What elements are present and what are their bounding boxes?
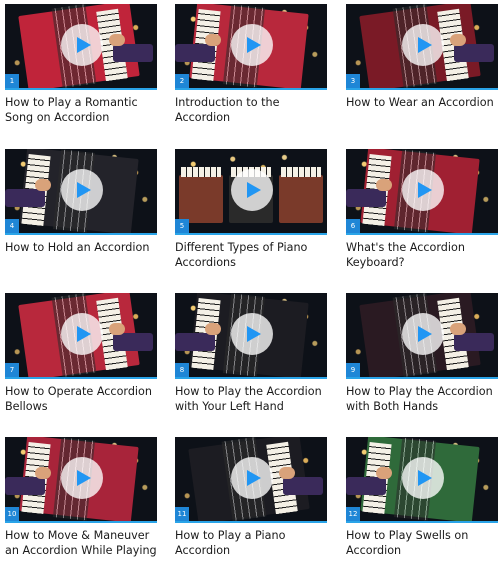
video-title[interactable]: How to Operate Accordion Bellows	[5, 385, 157, 414]
video-title[interactable]: How to Play a Piano Accordion	[175, 529, 327, 558]
hand-image	[279, 467, 295, 479]
video-card[interactable]: 7 How to Operate Accordion Bellows	[5, 293, 157, 414]
video-card[interactable]: 10 How to Move & Maneuver an Accordion Wh…	[5, 437, 157, 558]
video-card[interactable]: 11 How to Play a Piano Accordion	[175, 437, 327, 558]
accordion-image	[279, 175, 323, 223]
video-card[interactable]: 3 How to Wear an Accordion	[346, 4, 498, 111]
play-icon	[247, 326, 261, 342]
video-thumbnail[interactable]: 6	[346, 149, 498, 235]
play-icon	[77, 182, 91, 198]
video-title[interactable]: What's the Accordion Keyboard?	[346, 241, 498, 270]
hand-image	[450, 34, 466, 46]
video-thumbnail[interactable]: 9	[346, 293, 498, 379]
video-number-badge: 8	[175, 363, 189, 377]
play-button[interactable]	[231, 457, 273, 499]
video-number-badge: 10	[5, 507, 19, 521]
play-icon	[418, 182, 432, 198]
play-icon	[247, 37, 261, 53]
video-card[interactable]: 5 Different Types of Piano Accordions	[175, 149, 327, 270]
video-thumbnail[interactable]: 2	[175, 4, 327, 90]
play-button[interactable]	[61, 457, 103, 499]
video-grid: 1 How to Play a Romantic Song on Accordio…	[0, 0, 500, 576]
hand-image	[205, 323, 221, 335]
accordion-image	[179, 175, 223, 223]
play-button[interactable]	[402, 313, 444, 355]
video-card[interactable]: 12 How to Play Swells on Accordion	[346, 437, 498, 558]
keyboard-image	[281, 167, 321, 177]
video-title[interactable]: Introduction to the Accordion	[175, 96, 327, 125]
video-thumbnail[interactable]: 8	[175, 293, 327, 379]
hand-image	[109, 34, 125, 46]
hand-image	[109, 323, 125, 335]
play-button[interactable]	[61, 169, 103, 211]
play-icon	[77, 326, 91, 342]
video-title[interactable]: How to Wear an Accordion	[346, 96, 498, 111]
video-title[interactable]: How to Play a Romantic Song on Accordion	[5, 96, 157, 125]
play-icon	[418, 326, 432, 342]
video-card[interactable]: 8 How to Play the Accordion with Your Lef…	[175, 293, 327, 414]
arm-image	[175, 333, 215, 351]
video-card[interactable]: 4 How to Hold an Accordion	[5, 149, 157, 256]
video-number-badge: 11	[175, 507, 189, 521]
play-button[interactable]	[61, 24, 103, 66]
video-thumbnail[interactable]: 4	[5, 149, 157, 235]
play-button[interactable]	[61, 313, 103, 355]
video-title[interactable]: How to Hold an Accordion	[5, 241, 157, 256]
play-icon	[77, 470, 91, 486]
video-card[interactable]: 9 How to Play the Accordion with Both Han…	[346, 293, 498, 414]
video-number-badge: 3	[346, 74, 360, 88]
video-title[interactable]: Different Types of Piano Accordions	[175, 241, 327, 270]
play-button[interactable]	[402, 169, 444, 211]
play-icon	[77, 37, 91, 53]
video-card[interactable]: 1 How to Play a Romantic Song on Accordio…	[5, 4, 157, 125]
hand-image	[35, 467, 51, 479]
play-icon	[418, 37, 432, 53]
play-button[interactable]	[402, 24, 444, 66]
video-number-badge: 7	[5, 363, 19, 377]
play-button[interactable]	[402, 457, 444, 499]
hand-image	[450, 323, 466, 335]
video-thumbnail[interactable]: 7	[5, 293, 157, 379]
video-thumbnail[interactable]: 5	[175, 149, 327, 235]
video-number-badge: 6	[346, 219, 360, 233]
play-icon	[247, 182, 261, 198]
hand-image	[35, 179, 51, 191]
play-button[interactable]	[231, 169, 273, 211]
video-number-badge: 1	[5, 74, 19, 88]
play-icon	[247, 470, 261, 486]
arm-image	[113, 44, 153, 62]
hand-image	[205, 34, 221, 46]
arm-image	[5, 189, 45, 207]
arm-image	[283, 477, 323, 495]
arm-image	[454, 44, 494, 62]
video-title[interactable]: How to Move & Maneuver an Accordion Whil…	[5, 529, 157, 558]
play-button[interactable]	[231, 24, 273, 66]
video-card[interactable]: 6 What's the Accordion Keyboard?	[346, 149, 498, 270]
video-thumbnail[interactable]: 10	[5, 437, 157, 523]
video-title[interactable]: How to Play Swells on Accordion	[346, 529, 498, 558]
keyboard-image	[181, 167, 221, 177]
video-number-badge: 2	[175, 74, 189, 88]
video-title[interactable]: How to Play the Accordion with Your Left…	[175, 385, 327, 414]
play-icon	[418, 470, 432, 486]
hand-image	[376, 179, 392, 191]
video-thumbnail[interactable]: 12	[346, 437, 498, 523]
video-thumbnail[interactable]: 11	[175, 437, 327, 523]
video-number-badge: 4	[5, 219, 19, 233]
arm-image	[5, 477, 45, 495]
arm-image	[346, 477, 386, 495]
arm-image	[113, 333, 153, 351]
arm-image	[346, 189, 386, 207]
video-thumbnail[interactable]: 1	[5, 4, 157, 90]
video-thumbnail[interactable]: 3	[346, 4, 498, 90]
arm-image	[454, 333, 494, 351]
video-number-badge: 12	[346, 507, 360, 521]
video-number-badge: 9	[346, 363, 360, 377]
video-title[interactable]: How to Play the Accordion with Both Hand…	[346, 385, 498, 414]
arm-image	[175, 44, 215, 62]
play-button[interactable]	[231, 313, 273, 355]
video-number-badge: 5	[175, 219, 189, 233]
hand-image	[376, 467, 392, 479]
video-card[interactable]: 2 Introduction to the Accordion	[175, 4, 327, 125]
